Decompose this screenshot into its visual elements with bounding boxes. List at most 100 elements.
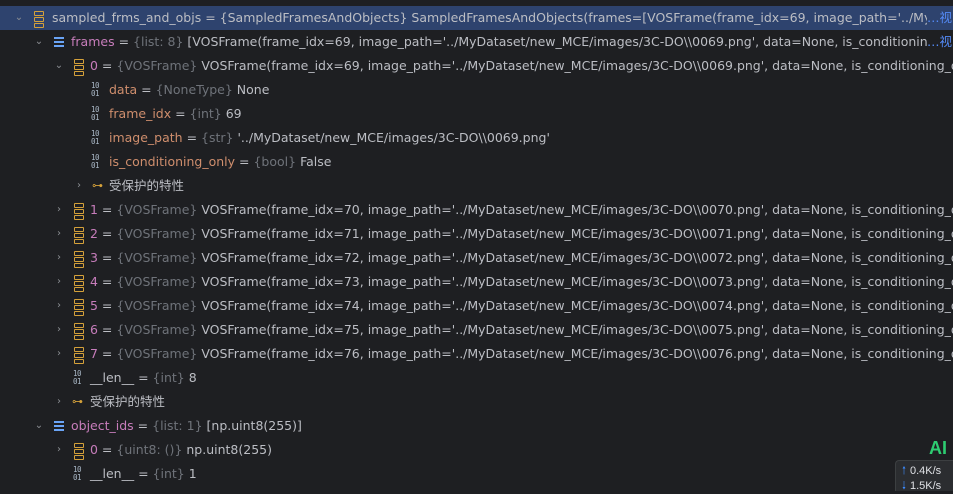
object-icon xyxy=(74,347,88,364)
variable-value: VOSFrame(frame_idx=71, image_path='../My… xyxy=(201,226,953,241)
tree-row-frames-protected-attributes[interactable]: › ⊶ 受保护的特性 xyxy=(0,390,953,414)
variable-value: VOSFrame(frame_idx=73, image_path='../My… xyxy=(201,274,953,289)
chevron-right-icon[interactable]: › xyxy=(53,294,65,318)
equals-sign: = xyxy=(97,346,117,361)
row-text: sampled_frms_and_objs = {SampledFramesAn… xyxy=(52,6,953,30)
equals-sign: = xyxy=(97,226,117,241)
object-icon xyxy=(74,323,88,340)
row-text: 0 = {uint8: ()} np.uint8(255) xyxy=(90,438,272,462)
tree-row-object-ids-0[interactable]: › 0 = {uint8: ()} np.uint8(255) xyxy=(0,438,953,462)
equals-sign: = xyxy=(97,298,117,313)
row-text: 6 = {VOSFrame} VOSFrame(frame_idx=75, im… xyxy=(90,318,953,342)
primitive-icon: 10 01 xyxy=(73,369,82,386)
tree-row-frame-0[interactable]: ⌄ 0 = {VOSFrame} VOSFrame(frame_idx=69, … xyxy=(0,54,953,78)
equals-sign: = xyxy=(134,370,153,385)
object-icon xyxy=(74,443,88,460)
tree-row-frame-7[interactable]: › 7 = {VOSFrame} VOSFrame(frame_idx=76, … xyxy=(0,342,953,366)
protected-attributes-label: 受保护的特性 xyxy=(109,178,185,193)
object-icon xyxy=(74,227,88,244)
tree-row-attr-is-conditioning-only[interactable]: 10 01 is_conditioning_only = {bool} False xyxy=(0,150,953,174)
row-text: frames = {list: 8} [VOSFrame(frame_idx=6… xyxy=(71,30,953,54)
tree-row-protected-attributes[interactable]: › ⊶ 受保护的特性 xyxy=(0,174,953,198)
equals-sign: = xyxy=(114,34,134,49)
primitive-icon: 10 01 xyxy=(91,129,100,146)
variable-name: frames xyxy=(71,34,115,49)
tree-row-frame-1[interactable]: › 1 = {VOSFrame} VOSFrame(frame_idx=70, … xyxy=(0,198,953,222)
chevron-right-icon[interactable]: › xyxy=(53,270,65,294)
type-label: {NoneType} xyxy=(155,82,233,97)
tree-row-attr-frame-idx[interactable]: 10 01 frame_idx = {int} 69 xyxy=(0,102,953,126)
type-label: {list: 1} xyxy=(152,418,203,433)
chevron-right-icon[interactable]: › xyxy=(73,174,85,198)
ai-assistant-badge[interactable]: AI xyxy=(929,436,953,460)
tree-row-object-ids-len[interactable]: 10 01 __len__ = {int} 1 xyxy=(0,462,893,486)
primitive-icon: 10 01 xyxy=(91,153,100,170)
tree-row-attr-data[interactable]: 10 01 data = {NoneType} None xyxy=(0,78,953,102)
list-icon xyxy=(54,421,68,435)
variable-value: [VOSFrame(frame_idx=69, image_path='../M… xyxy=(187,34,953,49)
type-label: {VOSFrame} xyxy=(116,58,198,73)
tree-row-frame-5[interactable]: › 5 = {VOSFrame} VOSFrame(frame_idx=74, … xyxy=(0,294,953,318)
variable-value: VOSFrame(frame_idx=75, image_path='../My… xyxy=(201,322,953,337)
type-label: {VOSFrame} xyxy=(116,274,198,289)
type-label: {VOSFrame} xyxy=(116,226,198,241)
row-text: is_conditioning_only = {bool} False xyxy=(109,150,331,174)
chevron-right-icon[interactable]: › xyxy=(53,222,65,246)
tree-row-root[interactable]: ⌄ sampled_frms_and_objs = {SampledFrames… xyxy=(0,6,953,30)
chevron-down-icon[interactable]: ⌄ xyxy=(53,54,65,78)
view-link[interactable]: …视图 xyxy=(927,6,953,30)
chevron-right-icon[interactable]: › xyxy=(53,390,65,414)
item-index: 2 xyxy=(90,226,98,241)
tree-row-object-ids[interactable]: ⌄ object_ids = {list: 1} [np.uint8(255)] xyxy=(0,414,953,438)
chevron-right-icon[interactable]: › xyxy=(53,438,65,462)
row-text: 7 = {VOSFrame} VOSFrame(frame_idx=76, im… xyxy=(90,342,953,366)
chevron-right-icon[interactable]: › xyxy=(53,318,65,342)
chevron-down-icon[interactable]: ⌄ xyxy=(33,30,45,54)
type-label: {VOSFrame} xyxy=(116,346,198,361)
chevron-down-icon[interactable]: ⌄ xyxy=(33,414,45,438)
equals-sign: = xyxy=(134,466,153,481)
tree-row-frame-2[interactable]: › 2 = {VOSFrame} VOSFrame(frame_idx=71, … xyxy=(0,222,953,246)
tree-row-frame-3[interactable]: › 3 = {VOSFrame} VOSFrame(frame_idx=72, … xyxy=(0,246,953,270)
row-text: __len__ = {int} 8 xyxy=(90,366,197,390)
chevron-down-icon[interactable]: ⌄ xyxy=(13,6,25,30)
key-icon: ⊶ xyxy=(92,179,103,192)
item-index: 0 xyxy=(90,58,98,73)
chevron-right-icon[interactable]: › xyxy=(53,198,65,222)
equals-sign: = xyxy=(97,322,117,337)
variable-value: VOSFrame(frame_idx=70, image_path='../My… xyxy=(201,202,953,217)
tree-row-frame-4[interactable]: › 4 = {VOSFrame} VOSFrame(frame_idx=73, … xyxy=(0,270,953,294)
type-label: {list: 8} xyxy=(133,34,184,49)
object-icon xyxy=(74,299,88,316)
tree-row-attr-image-path[interactable]: 10 01 image_path = {str} '../MyDataset/ne… xyxy=(0,126,953,150)
variable-value: [np.uint8(255)] xyxy=(206,418,302,433)
tree-row-frames[interactable]: ⌄ frames = {list: 8} [VOSFrame(frame_idx… xyxy=(0,30,953,54)
row-text: 0 = {VOSFrame} VOSFrame(frame_idx=69, im… xyxy=(90,54,953,78)
equals-sign: = xyxy=(97,274,117,289)
tree-row-frame-6[interactable]: › 6 = {VOSFrame} VOSFrame(frame_idx=75, … xyxy=(0,318,953,342)
variable-value: 1 xyxy=(188,466,197,481)
view-link[interactable]: …视图 xyxy=(927,30,953,54)
equals-sign: = xyxy=(137,82,156,97)
item-index: 4 xyxy=(90,274,98,289)
variable-value: 8 xyxy=(188,370,197,385)
type-label: {uint8: ()} xyxy=(116,442,183,457)
variable-name: frame_idx xyxy=(109,106,172,121)
type-label: {VOSFrame} xyxy=(116,298,198,313)
tree-row-frames-len[interactable]: 10 01 __len__ = {int} 8 xyxy=(0,366,953,390)
object-icon xyxy=(74,203,88,220)
type-label: {VOSFrame} xyxy=(116,322,198,337)
variable-value: VOSFrame(frame_idx=72, image_path='../My… xyxy=(201,250,953,265)
chevron-right-icon[interactable]: › xyxy=(53,246,65,270)
type-label: {int} xyxy=(152,466,185,481)
row-text: data = {NoneType} None xyxy=(109,78,269,102)
item-index: 0 xyxy=(90,442,98,457)
type-label: {int} xyxy=(189,106,222,121)
row-text: 2 = {VOSFrame} VOSFrame(frame_idx=71, im… xyxy=(90,222,953,246)
type-label: {bool} xyxy=(253,154,297,169)
chevron-right-icon[interactable]: › xyxy=(53,342,65,366)
variable-name: object_ids xyxy=(71,418,134,433)
key-icon: ⊶ xyxy=(72,395,83,408)
equals-sign: = xyxy=(97,202,117,217)
equals-sign: = xyxy=(97,250,117,265)
